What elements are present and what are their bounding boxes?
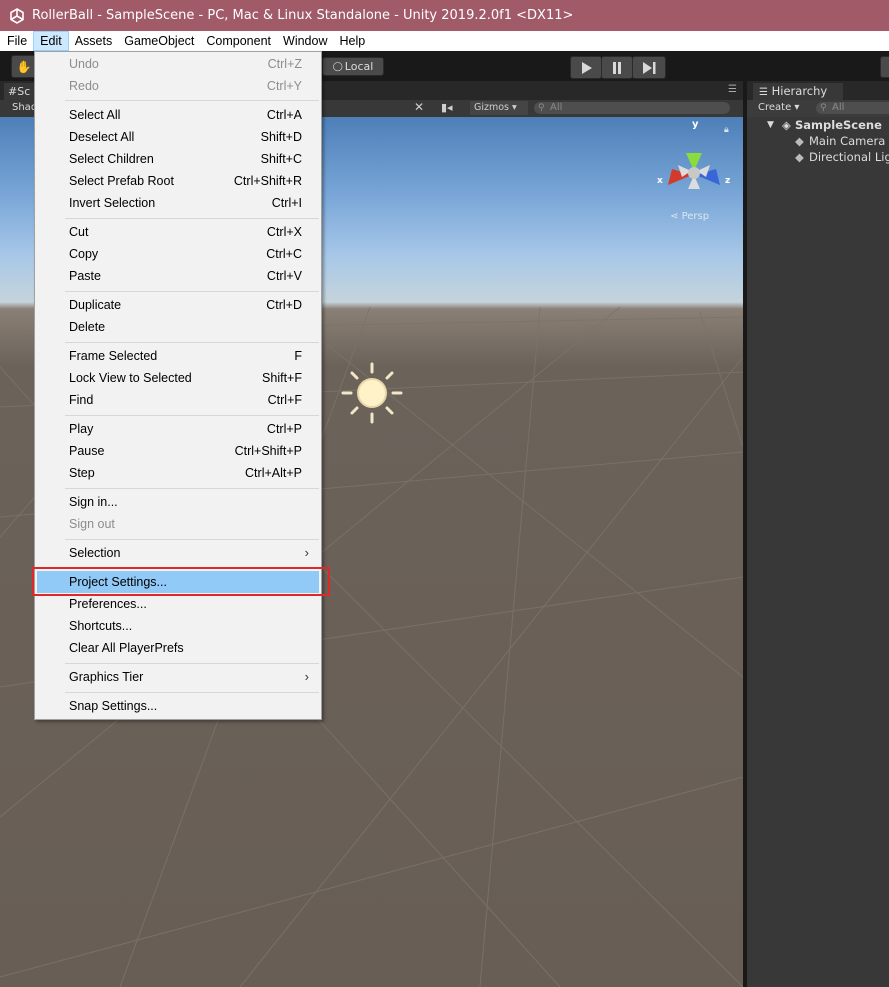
hierarchy-controls: Create ▾ ⚲ All xyxy=(747,100,889,117)
persp-label[interactable]: ⋖ Persp xyxy=(670,211,709,222)
gameobject-cube-icon: ◆ xyxy=(795,134,804,148)
menu-item-cut[interactable]: Cut Ctrl+X xyxy=(37,221,319,243)
menu-component[interactable]: Component xyxy=(200,31,277,51)
directional-light-icon xyxy=(341,362,403,424)
window-title: RollerBall - SampleScene - PC, Mac & Lin… xyxy=(32,8,574,23)
panel-menu-icon[interactable]: ☰ xyxy=(728,84,737,95)
tab-scene[interactable]: #Sc xyxy=(4,83,38,100)
tab-hierarchy[interactable]: ☰ Hierarchy xyxy=(753,83,843,100)
menu-item-duplicate[interactable]: Duplicate Ctrl+D xyxy=(37,294,319,316)
gizmo-z-label: z xyxy=(725,176,731,186)
hierarchy-search-input[interactable]: ⚲ All xyxy=(816,102,889,114)
menu-assets[interactable]: Assets xyxy=(69,31,119,51)
scene-root-row[interactable]: ▼ ◈ SampleScene xyxy=(747,117,889,133)
menu-item-preferences[interactable]: Preferences... xyxy=(37,593,319,615)
pivot-space-label: Local xyxy=(344,60,374,73)
menu-item-shortcuts[interactable]: Shortcuts... xyxy=(37,615,319,637)
title-bar: RollerBall - SampleScene - PC, Mac & Lin… xyxy=(0,0,889,31)
menu-gameobject[interactable]: GameObject xyxy=(118,31,200,51)
step-button[interactable] xyxy=(632,56,666,79)
menu-bar: File Edit Assets GameObject Component Wi… xyxy=(0,31,889,51)
menu-item-graphics-tier[interactable]: Graphics Tier › xyxy=(37,666,319,688)
menu-item-select-children[interactable]: Select Children Shift+C xyxy=(37,148,319,170)
menu-separator xyxy=(65,218,319,219)
play-icon xyxy=(582,61,592,74)
gizmo-x-label: x xyxy=(657,176,663,186)
gameobject-cube-icon: ◆ xyxy=(795,150,804,164)
play-button[interactable] xyxy=(570,56,602,79)
unity-scene-icon: ◈ xyxy=(782,118,791,132)
scene-grid-icon: # xyxy=(8,85,18,98)
edit-menu: Undo Ctrl+Z Redo Ctrl+Y Select All Ctrl+… xyxy=(34,51,322,720)
list-icon: ☰ xyxy=(759,87,768,98)
expand-arrow-icon[interactable]: ▼ xyxy=(767,117,774,133)
pivot-space-button[interactable]: ◯ Local xyxy=(322,57,384,76)
menu-item-selection[interactable]: Selection › xyxy=(37,542,319,564)
menu-item-pause[interactable]: Pause Ctrl+Shift+P xyxy=(37,440,319,462)
orientation-gizmo-icon xyxy=(668,153,720,189)
menu-help[interactable]: Help xyxy=(333,31,371,51)
hand-icon: ✋ xyxy=(16,59,32,74)
menu-separator xyxy=(65,663,319,664)
pause-button[interactable] xyxy=(601,56,633,79)
menu-item-undo[interactable]: Undo Ctrl+Z xyxy=(37,53,319,75)
hierarchy-tab-bar: ☰ Hierarchy xyxy=(747,81,889,100)
menu-item-select-prefab-root[interactable]: Select Prefab Root Ctrl+Shift+R xyxy=(37,170,319,192)
lock-icon[interactable]: 🔒︎ xyxy=(724,125,729,135)
hierarchy-panel: ☰ Hierarchy Create ▾ ⚲ All ▼ ◈ SampleSce… xyxy=(743,81,889,987)
menu-item-snap-settings[interactable]: Snap Settings... xyxy=(37,695,319,717)
menu-edit[interactable]: Edit xyxy=(33,31,69,51)
search-icon: ⚲ xyxy=(820,103,827,113)
menu-separator xyxy=(65,539,319,540)
menu-separator xyxy=(65,291,319,292)
camera-icon[interactable]: ▮◂ xyxy=(441,101,453,114)
collab-button[interactable] xyxy=(880,56,889,78)
hierarchy-item-main-camera[interactable]: ◆ Main Camera xyxy=(747,133,889,149)
menu-item-find[interactable]: Find Ctrl+F xyxy=(37,389,319,411)
menu-item-sign-out[interactable]: Sign out xyxy=(37,513,319,535)
menu-item-copy[interactable]: Copy Ctrl+C xyxy=(37,243,319,265)
menu-item-lock-view-to-selected[interactable]: Lock View to Selected Shift+F xyxy=(37,367,319,389)
create-dropdown[interactable]: Create ▾ xyxy=(758,102,799,113)
step-icon xyxy=(643,61,656,74)
menu-separator xyxy=(65,488,319,489)
menu-item-select-all[interactable]: Select All Ctrl+A xyxy=(37,104,319,126)
gizmos-dropdown[interactable]: Gizmos ▾ xyxy=(470,101,528,115)
menu-item-sign-in[interactable]: Sign in... xyxy=(37,491,319,513)
pause-icon xyxy=(613,61,621,74)
menu-window[interactable]: Window xyxy=(277,31,333,51)
menu-item-frame-selected[interactable]: Frame Selected F xyxy=(37,345,319,367)
menu-item-clear-all-playerprefs[interactable]: Clear All PlayerPrefs xyxy=(37,637,319,659)
menu-item-paste[interactable]: Paste Ctrl+V xyxy=(37,265,319,287)
menu-separator xyxy=(65,342,319,343)
submenu-arrow-icon: › xyxy=(304,669,309,684)
submenu-arrow-icon: › xyxy=(304,545,309,560)
menu-separator xyxy=(65,692,319,693)
menu-item-redo[interactable]: Redo Ctrl+Y xyxy=(37,75,319,97)
tools-icon[interactable]: ✕ xyxy=(414,100,424,114)
search-icon: ⚲ xyxy=(538,103,545,113)
menu-separator xyxy=(65,415,319,416)
menu-item-invert-selection[interactable]: Invert Selection Ctrl+I xyxy=(37,192,319,214)
scene-search-input[interactable]: ⚲ All xyxy=(534,102,730,114)
menu-file[interactable]: File xyxy=(0,31,33,51)
menu-item-deselect-all[interactable]: Deselect All Shift+D xyxy=(37,126,319,148)
menu-item-delete[interactable]: Delete xyxy=(37,316,319,338)
gizmo-y-label: y xyxy=(692,119,699,130)
annotation-highlight-box xyxy=(32,567,330,596)
hierarchy-item-directional-light[interactable]: ◆ Directional Lig xyxy=(747,149,889,165)
unity-logo-icon xyxy=(8,7,26,25)
menu-separator xyxy=(65,100,319,101)
menu-item-play[interactable]: Play Ctrl+P xyxy=(37,418,319,440)
local-space-icon: ◯ xyxy=(332,61,343,72)
menu-item-step[interactable]: Step Ctrl+Alt+P xyxy=(37,462,319,484)
